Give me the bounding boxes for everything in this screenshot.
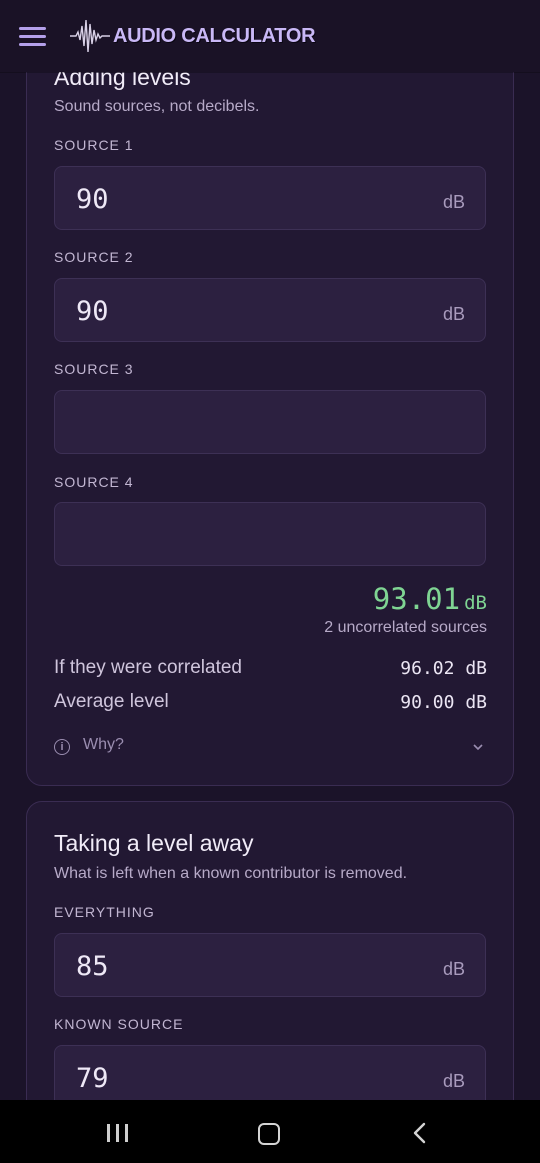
recents-icon[interactable] bbox=[107, 1124, 129, 1142]
sum-value: 93.01 bbox=[372, 582, 461, 616]
source-3-label: SOURCE 3 bbox=[54, 361, 134, 377]
average-value: 90.00 dB bbox=[400, 692, 487, 713]
why-label: Why? bbox=[83, 736, 124, 753]
field-unit: dB bbox=[442, 304, 465, 324]
everything-input[interactable]: 85 dB bbox=[54, 933, 486, 997]
source-4-label: SOURCE 4 bbox=[54, 474, 134, 490]
hamburger-menu-icon[interactable] bbox=[19, 27, 46, 47]
everything-label: EVERYTHING bbox=[54, 904, 155, 920]
app-title: AUDIO CALCULATOR bbox=[113, 25, 316, 47]
chevron-down-icon bbox=[473, 744, 483, 751]
field-value: 79 bbox=[76, 1063, 109, 1094]
info-icon: i bbox=[54, 739, 70, 755]
source-4-input[interactable] bbox=[54, 502, 486, 566]
field-unit: dB bbox=[442, 959, 465, 979]
home-icon[interactable] bbox=[258, 1123, 280, 1145]
adding-levels-card: Adding levels Sound sources, not decibel… bbox=[26, 40, 514, 786]
source-2-label: SOURCE 2 bbox=[54, 249, 134, 265]
field-unit: dB bbox=[442, 1071, 465, 1091]
card-subtitle: What is left when a known contributor is… bbox=[54, 865, 408, 882]
field-value: 85 bbox=[76, 951, 109, 982]
app-bar: AUDIO CALCULATOR bbox=[0, 0, 540, 72]
known-source-input[interactable]: 79 dB bbox=[54, 1045, 486, 1100]
back-icon[interactable] bbox=[412, 1122, 428, 1144]
waveform-logo-icon bbox=[70, 19, 110, 53]
card-subtitle: Sound sources, not decibels. bbox=[54, 98, 260, 115]
sum-result: 93.01 dB bbox=[373, 582, 487, 616]
known-source-label: KNOWN SOURCE bbox=[54, 1016, 184, 1032]
source-3-input[interactable] bbox=[54, 390, 486, 454]
taking-level-away-card: Taking a level away What is left when a … bbox=[26, 801, 514, 1100]
sum-unit: dB bbox=[464, 592, 487, 614]
system-nav-bar bbox=[0, 1100, 540, 1163]
main-scroll[interactable]: Adding levels Sound sources, not decibel… bbox=[0, 0, 540, 1100]
source-2-input[interactable]: 90 dB bbox=[54, 278, 486, 342]
field-value: 90 bbox=[76, 184, 109, 215]
average-label: Average level bbox=[54, 691, 169, 712]
correlated-label: If they were correlated bbox=[54, 657, 242, 678]
source-1-input[interactable]: 90 dB bbox=[54, 166, 486, 230]
correlated-value: 96.02 dB bbox=[400, 658, 487, 679]
sum-note: 2 uncorrelated sources bbox=[324, 619, 487, 636]
field-unit: dB bbox=[442, 192, 465, 212]
source-1-label: SOURCE 1 bbox=[54, 137, 134, 153]
why-expander[interactable]: i Why? bbox=[54, 736, 486, 760]
field-value: 90 bbox=[76, 296, 109, 327]
card-title: Taking a level away bbox=[54, 830, 254, 856]
